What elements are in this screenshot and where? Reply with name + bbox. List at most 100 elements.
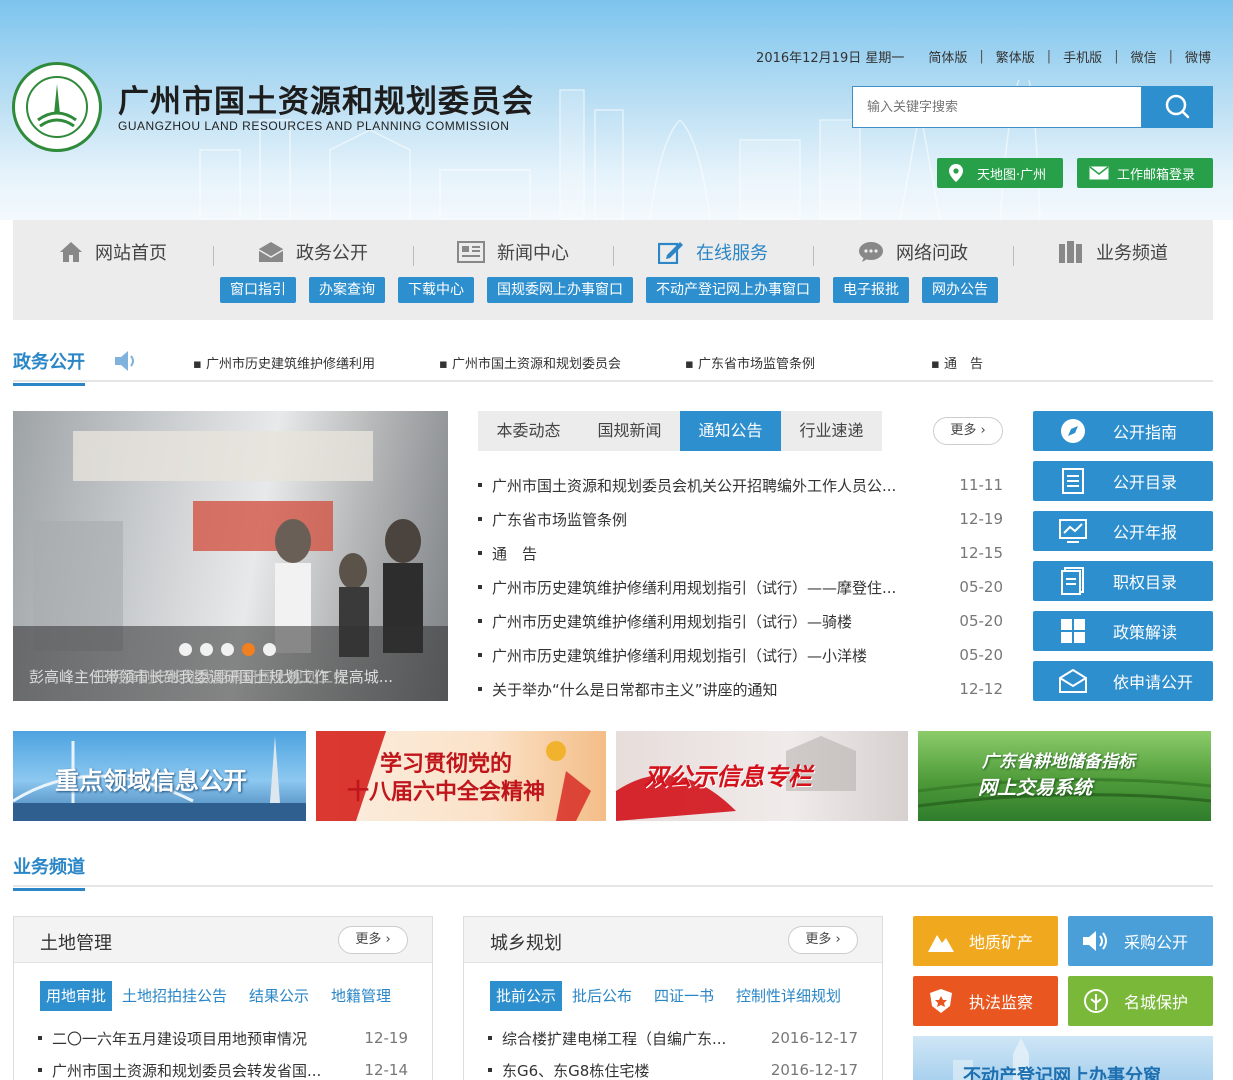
main-nav: 网站首页 政务公开 新闻中心 在线服务 网络问政 业务频道 窗口指引 办案查询 … <box>13 220 1213 320</box>
tab-cadastral[interactable]: 地籍管理 <box>331 981 391 1011</box>
nav-item-online-service[interactable]: 在线服务 <box>613 232 813 272</box>
news-list: 广州市国土资源和规划委员会机关公开招聘编外工作人员公... 11-11 广东省市场… <box>478 468 1003 706</box>
banner-title: 重点领域信息公开 <box>55 767 247 795</box>
list-item[interactable]: 综合楼扩建电梯工程（自编广东... 2016-12-17 <box>488 1022 858 1054</box>
annual-report-button[interactable]: 公开年报 <box>1033 511 1213 551</box>
top-links: 2016年12月19日 星期一 简体版 | 繁体版 | 手机版 | 微信 | 微… <box>756 47 1211 66</box>
nav-item-gov-affairs[interactable]: 政务公开 <box>213 232 413 272</box>
authority-catalog-button[interactable]: 职权目录 <box>1033 561 1213 601</box>
mountain-icon <box>913 929 969 953</box>
news-more-button[interactable]: 更多 › <box>933 417 1003 445</box>
nav-label: 业务频道 <box>1096 243 1168 264</box>
request-disclosure-button[interactable]: 依申请公开 <box>1033 661 1213 701</box>
ticker-item[interactable]: ▪ 广州市历史建筑维护修缮利用 <box>193 353 439 372</box>
tab-result-publicity[interactable]: 结果公示 <box>249 981 309 1011</box>
photo-slider[interactable]: 彭高峰主任带领市长到我委调研国土规划工作 提高城... 任朝锋副市长到我委调研国… <box>13 411 448 701</box>
list-item[interactable]: 广州市国土资源和规划委员会机关公开招聘编外工作人员公... 11-11 <box>478 468 1003 502</box>
link-wechat[interactable]: 微信 <box>1131 47 1157 66</box>
tab-notices[interactable]: 通知公告 <box>680 411 781 451</box>
banner-party-spirit[interactable]: 学习贯彻党的 十八届六中全会精神 <box>316 731 606 821</box>
ticker-item[interactable]: ▪ 通 告 <box>931 353 1011 372</box>
link-mobile[interactable]: 手机版 <box>1063 47 1102 66</box>
list-item[interactable]: 东G6、东G8栋住宅楼 2016-12-17 <box>488 1054 858 1080</box>
list-item[interactable]: 关于举办“什么是日常都市主义”讲座的通知 12-12 <box>478 672 1003 706</box>
tab-pre-approval[interactable]: 批前公示 <box>490 981 563 1011</box>
land-more-button[interactable]: 更多 › <box>338 926 408 954</box>
slider-dot[interactable] <box>263 643 276 656</box>
search-input[interactable] <box>853 87 1141 127</box>
nav-label: 政务公开 <box>296 243 368 264</box>
site-header: 广州市国土资源和规划委员会 GUANGZHOU LAND RESOURCES A… <box>0 0 1233 220</box>
slider-dot[interactable] <box>221 643 234 656</box>
mail-login-button[interactable]: 工作邮箱登录 <box>1077 158 1213 188</box>
banner-key-areas[interactable]: 重点领域信息公开 <box>13 731 306 821</box>
search-button[interactable] <box>1142 86 1213 128</box>
chat-icon <box>858 241 884 263</box>
search-icon <box>1165 94 1190 119</box>
compass-icon <box>1033 418 1113 444</box>
tag-online-notice[interactable]: 网办公告 <box>922 277 998 303</box>
envelope-icon <box>1089 166 1109 180</box>
list-item[interactable]: 广州市历史建筑维护修缮利用规划指引（试行）—小洋楼 05-20 <box>478 638 1003 672</box>
tab-committee-news[interactable]: 本委动态 <box>478 411 579 451</box>
tower-logo-icon <box>37 84 77 128</box>
tab-land-auction[interactable]: 土地招拍挂公告 <box>122 981 227 1011</box>
tag-case-query[interactable]: 办案查询 <box>309 277 385 303</box>
nav-item-business[interactable]: 业务频道 <box>1013 232 1213 272</box>
procurement-button[interactable]: 采购公开 <box>1068 916 1213 966</box>
nav-item-home[interactable]: 网站首页 <box>13 232 213 272</box>
map-button[interactable]: 天地图·广州 <box>937 158 1063 188</box>
org-name-cn: 广州市国土资源和规划委员会 <box>118 84 534 120</box>
heritage-protection-button[interactable]: 名城保护 <box>1068 976 1213 1026</box>
disclosure-buttons: 公开指南 公开目录 公开年报 职权目录 政策解读 依申请公开 <box>1033 411 1213 711</box>
disclosure-catalog-button[interactable]: 公开目录 <box>1033 461 1213 501</box>
edit-icon <box>658 240 684 264</box>
site-logo[interactable] <box>12 62 102 152</box>
logo-emblem <box>26 76 88 138</box>
list-item[interactable]: 广州市国土资源和规划委员会转发省国... 12-14 <box>38 1054 408 1080</box>
link-simplified[interactable]: 简体版 <box>928 47 967 66</box>
ticker-list: ▪ 广州市历史建筑维护修缮利用 ▪ 广州市国土资源和规划委员会 ▪ 广东省市场监… <box>193 353 1011 372</box>
nav-item-news[interactable]: 新闻中心 <box>413 232 613 272</box>
banner-farmland-trading[interactable]: 广东省耕地储备指标 网上交易系统 <box>918 731 1211 821</box>
tab-post-approval[interactable]: 批后公布 <box>572 981 632 1011</box>
tab-four-certificates[interactable]: 四证一书 <box>654 981 714 1011</box>
separator: | <box>1168 49 1173 64</box>
banner-title: 广东省耕地储备指标 网上交易系统 <box>978 752 1135 799</box>
tag-e-submission[interactable]: 电子报批 <box>833 277 909 303</box>
section-title: 政务公开 <box>13 348 85 386</box>
panel-title: 土地管理 <box>40 933 112 954</box>
tab-land-approval[interactable]: 用地审批 <box>40 981 113 1011</box>
slider-dot[interactable] <box>200 643 213 656</box>
tag-real-estate-window[interactable]: 不动产登记网上办事窗口 <box>646 277 820 303</box>
tag-window-guide[interactable]: 窗口指引 <box>220 277 296 303</box>
slider-dot[interactable] <box>179 643 192 656</box>
link-weibo[interactable]: 微博 <box>1185 47 1211 66</box>
tab-detailed-planning[interactable]: 控制性详细规划 <box>736 981 841 1011</box>
law-enforcement-button[interactable]: 执法监察 <box>913 976 1058 1026</box>
list-item[interactable]: 广州市历史建筑维护修缮利用规划指引（试行）——摩登住... 05-20 <box>478 570 1003 604</box>
slider-dot-active[interactable] <box>242 643 255 656</box>
list-item[interactable]: 广州市历史建筑维护修缮利用规划指引（试行）—骑楼 05-20 <box>478 604 1003 638</box>
envelope-icon <box>258 241 284 263</box>
tab-industry-news[interactable]: 行业速递 <box>781 411 882 451</box>
nav-item-online-inquiry[interactable]: 网络问政 <box>813 232 1013 272</box>
list-item[interactable]: 二〇一六年五月建设项目用地预审情况 12-19 <box>38 1022 408 1054</box>
disclosure-guide-button[interactable]: 公开指南 <box>1033 411 1213 451</box>
ticker-item[interactable]: ▪ 广州市国土资源和规划委员会 <box>439 353 685 372</box>
panel-title: 城乡规划 <box>490 933 562 954</box>
policy-interpretation-button[interactable]: 政策解读 <box>1033 611 1213 651</box>
ticker-item[interactable]: ▪ 广东省市场监管条例 <box>685 353 931 372</box>
mail-icon <box>1033 669 1113 693</box>
tab-planning-news[interactable]: 国规新闻 <box>579 411 680 451</box>
geology-mining-button[interactable]: 地质矿产 <box>913 916 1058 966</box>
list-item[interactable]: 通 告 12-15 <box>478 536 1003 570</box>
list-item[interactable]: 广东省市场监管条例 12-19 <box>478 502 1003 536</box>
link-traditional[interactable]: 繁体版 <box>996 47 1035 66</box>
planning-more-button[interactable]: 更多 › <box>788 926 858 954</box>
banner-dual-publicity[interactable]: 双公示信息专栏 <box>616 731 908 821</box>
tag-online-window[interactable]: 国规委网上办事窗口 <box>487 277 633 303</box>
real-estate-window-banner[interactable]: 不动产登记网上办事分窗 <box>913 1036 1213 1080</box>
nav-label: 网络问政 <box>896 243 968 264</box>
tag-download-center[interactable]: 下载中心 <box>398 277 474 303</box>
